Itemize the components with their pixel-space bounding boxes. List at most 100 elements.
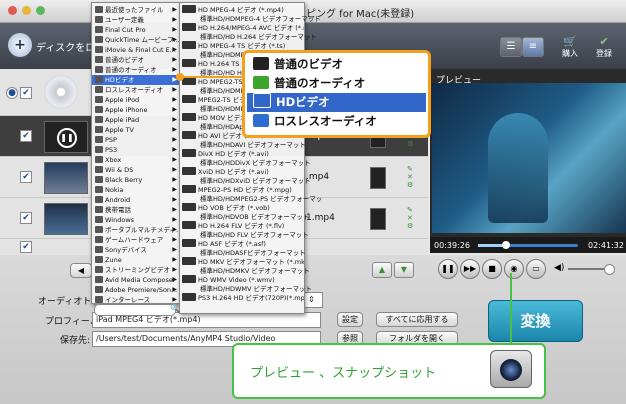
popup-category-item[interactable]: 普通のビデオ <box>247 55 426 74</box>
menu-category-item[interactable]: Final Cut Pro ▶ <box>92 25 180 35</box>
minimize-window-button[interactable] <box>22 6 31 15</box>
menu-category-label: Black Berry <box>105 176 143 184</box>
buy-button[interactable]: 🛒 購入 <box>562 35 578 59</box>
snapshot-camera-icon[interactable]: ◉ <box>504 259 524 279</box>
menu-category-item[interactable]: Black Berry ▶ <box>92 175 180 185</box>
camera-icon <box>490 350 532 388</box>
menu-category-label: iMovie & Final Cut E... <box>105 46 176 54</box>
register-button[interactable]: ✔ 登録 <box>596 35 612 59</box>
menu-category-item[interactable]: PS3 ▶ <box>92 145 180 155</box>
row-thumbnail[interactable] <box>44 203 88 235</box>
format-name: DivX HD ビデオ (*.avi) <box>198 150 269 158</box>
add-disc-button[interactable]: + <box>8 33 32 57</box>
pause-icon[interactable]: ❚❚ <box>57 128 77 148</box>
menu-category-label: Sonyデバイス <box>105 246 147 254</box>
menu-category-item[interactable]: 最近使ったファイル ▶ <box>92 5 180 15</box>
menu-category-item[interactable]: Zune ▶ <box>92 255 180 265</box>
format-item[interactable]: PS3 H.264 HD ビデオ(720P)(*.mp4) <box>180 293 304 303</box>
profile-category-menu: 最近使ったファイル ▶ ユーザー定義 ▶ Final Cut Pro ▶ QuickTime… <box>91 2 181 304</box>
menu-category-label: Android <box>105 196 131 204</box>
submenu-arrow-icon: ▶ <box>172 176 177 183</box>
menu-category-item[interactable]: Avid Media Composer ▶ <box>92 275 180 285</box>
format-icon <box>182 293 196 301</box>
seek-bar[interactable] <box>478 241 578 249</box>
category-icon <box>95 86 103 93</box>
fast-forward-button[interactable]: ▶▶ <box>460 259 480 279</box>
convert-button[interactable]: 変換 <box>488 300 583 342</box>
menu-category-item[interactable]: Apple iPod ▶ <box>92 95 180 105</box>
menu-category-item[interactable]: HDビデオ ▶ <box>92 75 180 85</box>
menu-category-item[interactable]: iMovie & Final Cut E... ▶ <box>92 45 180 55</box>
close-window-button[interactable] <box>8 6 17 15</box>
menu-category-item[interactable]: 携帯電話 ▶ <box>92 205 180 215</box>
row-checkbox[interactable]: ✔ <box>20 212 32 224</box>
menu-category-item[interactable]: Apple TV ▶ <box>92 125 180 135</box>
move-up-icon[interactable]: ▲ <box>372 262 392 278</box>
popup-category-item[interactable]: 普通のオーディオ <box>247 74 426 93</box>
menu-category-item[interactable]: 普通のビデオ ▶ <box>92 55 180 65</box>
menu-category-item[interactable]: QuickTime ムービーフ... ▶ <box>92 35 180 45</box>
submenu-arrow-icon: ▶ <box>172 156 177 163</box>
menu-search-field[interactable] <box>94 304 176 316</box>
menu-category-item[interactable]: ゲームハードウェア ▶ <box>92 235 180 245</box>
preview-video <box>432 83 626 233</box>
category-icon <box>95 26 103 33</box>
submenu-arrow-icon: ▶ <box>172 216 177 223</box>
play-pause-button[interactable]: ❚❚ <box>438 259 458 279</box>
row-actions[interactable]: ✎✕⚙ <box>407 206 413 230</box>
detail-view-icon[interactable]: ≡ <box>522 37 544 57</box>
menu-category-label: PSP <box>105 136 117 144</box>
list-view-icon[interactable]: ☰ <box>500 37 522 57</box>
apply-to-all-button[interactable]: すべてに応用する <box>376 312 458 327</box>
seek-knob[interactable] <box>502 241 510 249</box>
volume-knob[interactable] <box>604 264 615 275</box>
row-thumbnail[interactable] <box>44 162 88 194</box>
menu-category-item[interactable]: Apple iPhone ▶ <box>92 105 180 115</box>
row-actions[interactable]: ✎✕⚙ <box>407 165 413 189</box>
row-checkbox[interactable]: ✔ <box>20 171 32 183</box>
menu-category-item[interactable]: ストリーミングビデオ ▶ <box>92 265 180 275</box>
category-icon <box>95 256 103 263</box>
open-folder-icon[interactable]: ▭ <box>526 259 546 279</box>
add-disc-label[interactable]: ディスクをロ <box>36 39 95 54</box>
menu-category-item[interactable]: ポータブルマルチメディ... ▶ <box>92 225 180 235</box>
stop-button[interactable]: ■ <box>482 259 502 279</box>
search-icon[interactable]: 🔍 <box>170 304 180 313</box>
row-thumbnail[interactable]: ❚❚ <box>44 121 88 153</box>
move-down-icon[interactable]: ▼ <box>394 262 414 278</box>
menu-category-item[interactable]: Sonyデバイス ▶ <box>92 245 180 255</box>
preview-figure <box>488 113 548 223</box>
menu-category-item[interactable]: ユーザー定義 ▶ <box>92 15 180 25</box>
menu-category-item[interactable]: Wii & DS ▶ <box>92 165 180 175</box>
format-icon <box>182 185 196 193</box>
menu-category-label: Wii & DS <box>105 166 134 174</box>
menu-category-item[interactable]: Android ▶ <box>92 195 180 205</box>
row-checkbox[interactable]: ✔ <box>20 87 32 99</box>
submenu-arrow-icon: ▶ <box>172 186 177 193</box>
menu-category-label: 普通のビデオ <box>105 56 144 64</box>
move-left-button[interactable]: ◀ <box>70 263 92 278</box>
menu-category-item[interactable]: Xbox ▶ <box>92 155 180 165</box>
zoom-window-button[interactable] <box>36 6 45 15</box>
menu-category-item[interactable]: 普通のオーディオ ▶ <box>92 65 180 75</box>
menu-category-item[interactable]: ロスレスオーディオ ▶ <box>92 85 180 95</box>
menu-category-item[interactable]: Apple iPad ▶ <box>92 115 180 125</box>
category-icon <box>95 116 103 123</box>
menu-category-item[interactable]: PSP ▶ <box>92 135 180 145</box>
menu-category-item[interactable]: Adobe Premiere/Son... ▶ <box>92 285 180 295</box>
popup-category-item[interactable]: HDビデオ <box>247 93 426 112</box>
row-radio[interactable]: ● <box>6 87 18 99</box>
audio-track-select[interactable]: ⇕ <box>304 292 323 308</box>
menu-category-item[interactable]: Windows ▶ <box>92 215 180 225</box>
menu-category-label: Apple TV <box>105 126 134 134</box>
popup-category-label: 普通のオーディオ <box>274 76 366 90</box>
volume-slider[interactable] <box>568 264 615 275</box>
popup-category-item[interactable]: ロスレスオーディオ <box>247 112 426 131</box>
menu-category-label: Adobe Premiere/Son... <box>105 286 178 294</box>
settings-button[interactable]: 設定 <box>337 312 363 327</box>
row-checkbox[interactable]: ✔ <box>20 241 32 253</box>
menu-category-label: Windows <box>105 216 135 224</box>
row-checkbox[interactable]: ✔ <box>20 130 32 142</box>
menu-category-item[interactable]: Nokia ▶ <box>92 185 180 195</box>
submenu-arrow-icon: ▶ <box>172 236 177 243</box>
